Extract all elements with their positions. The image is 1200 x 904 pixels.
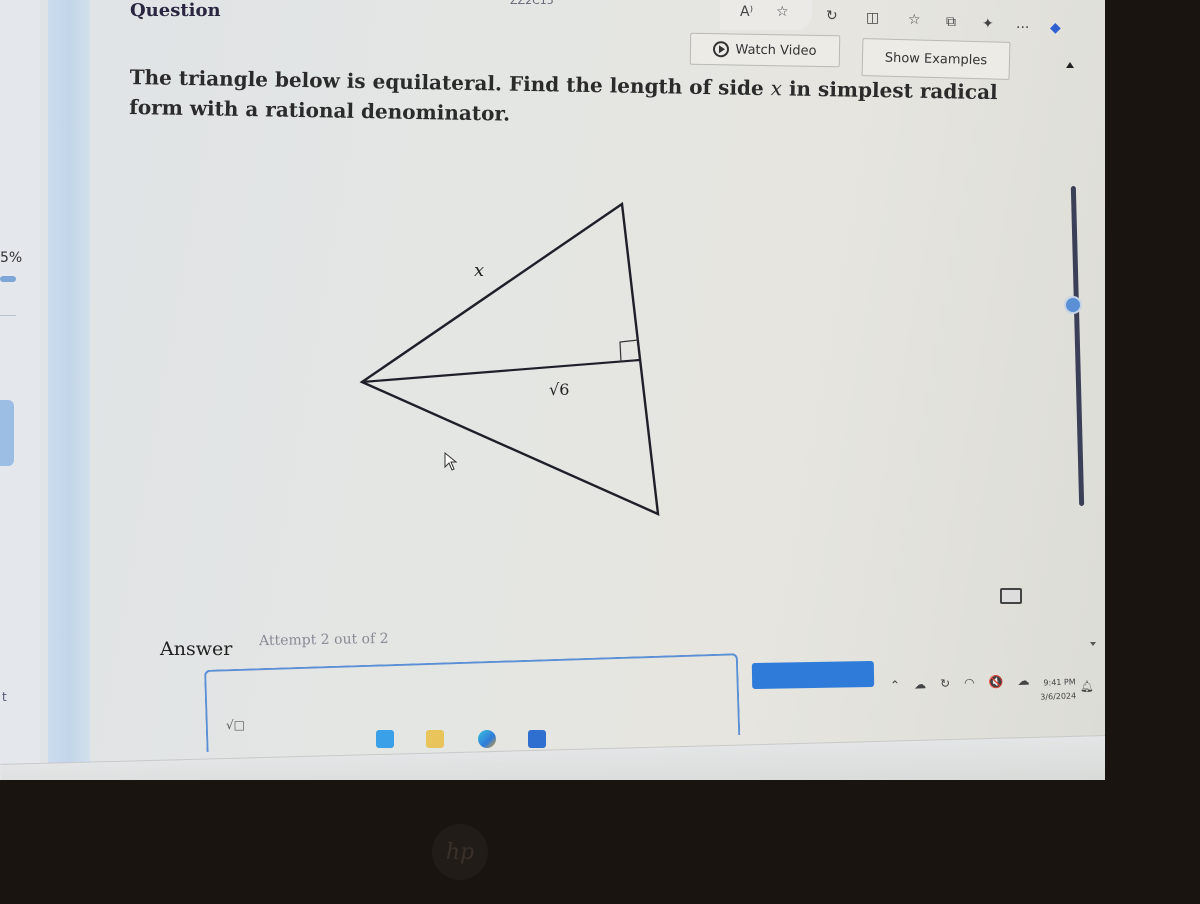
clock[interactable]: 9:41 PM 3/6/2024 xyxy=(1040,675,1077,704)
play-icon xyxy=(713,41,730,58)
refresh-icon[interactable]: ↻ xyxy=(826,8,838,24)
left-side-panel: 5% t xyxy=(0,0,40,780)
progress-bar xyxy=(0,276,16,282)
show-examples-label: Show Examples xyxy=(884,50,988,68)
prompt-text: The triangle below is equilateral. Find … xyxy=(129,64,771,101)
microphone-icon[interactable] xyxy=(1064,296,1082,314)
screen: 5% t Question ZZ2C15 A⁾ ☆ ↻ ◫ ☆ ⧉ ✦ ··· … xyxy=(0,0,1105,780)
collections-icon[interactable]: ⧉ xyxy=(946,14,956,30)
scroll-up-icon[interactable] xyxy=(1066,62,1074,68)
system-tray: ⌃ ☁ ↻ ◠ 🔇 ☁ xyxy=(890,674,1030,693)
show-hidden-icons-icon[interactable]: ⌃ xyxy=(890,678,901,692)
notification-bell-icon[interactable]: 🔔︎ xyxy=(1080,680,1094,693)
more-icon[interactable]: ··· xyxy=(1016,20,1029,36)
scrollbar[interactable] xyxy=(1070,185,1085,507)
start-icon[interactable] xyxy=(376,730,394,748)
question-heading: Question xyxy=(130,0,221,21)
split-screen-icon[interactable]: ◫ xyxy=(866,10,879,26)
answer-label: Answer xyxy=(160,638,233,660)
divider xyxy=(0,315,16,316)
submit-button[interactable] xyxy=(751,660,875,690)
side-x-label: x xyxy=(474,260,485,281)
edge-icon[interactable] xyxy=(478,730,496,748)
taskbar xyxy=(0,735,1105,780)
copilot-icon[interactable]: ◆ xyxy=(1050,20,1061,36)
address-bar-end[interactable] xyxy=(720,0,812,30)
favorite-star-icon[interactable]: ☆ xyxy=(776,4,789,20)
altitude-line xyxy=(361,358,641,384)
watch-video-label: Watch Video xyxy=(735,41,817,59)
scroll-down-icon[interactable] xyxy=(1090,642,1096,646)
onedrive-icon[interactable]: ☁ xyxy=(914,677,926,691)
read-aloud-icon[interactable]: A⁾ xyxy=(740,4,753,20)
sqrt-button[interactable]: √□ xyxy=(226,718,245,732)
side-panel-letter: t xyxy=(2,690,7,704)
volume-muted-icon[interactable]: 🔇 xyxy=(988,674,1003,689)
sync-icon[interactable]: ↻ xyxy=(940,676,951,690)
triangle xyxy=(359,201,660,516)
side-panel-button[interactable] xyxy=(0,400,14,466)
extensions-icon[interactable]: ✦ xyxy=(982,16,994,32)
keyboard-icon[interactable] xyxy=(1000,588,1022,604)
favorites-list-icon[interactable]: ☆ xyxy=(908,12,921,28)
right-angle-marker xyxy=(619,339,639,363)
attempt-counter: Attempt 2 out of 2 xyxy=(258,630,389,650)
left-scroll-strip xyxy=(48,0,90,780)
battery-icon[interactable]: ☁ xyxy=(1017,674,1029,688)
watch-video-button[interactable]: Watch Video xyxy=(689,32,841,68)
progress-percent: 5% xyxy=(0,250,23,266)
hp-logo: hp xyxy=(432,824,488,880)
altitude-label: √6 xyxy=(549,380,570,399)
mouse-cursor-icon xyxy=(444,452,458,471)
clock-date: 3/6/2024 xyxy=(1040,691,1077,702)
wifi-icon[interactable]: ◠ xyxy=(964,675,975,689)
url-fragment: ZZ2C15 xyxy=(510,0,554,7)
file-explorer-icon[interactable] xyxy=(426,730,444,748)
show-examples-button[interactable]: Show Examples xyxy=(861,38,1011,80)
clock-time: 9:41 PM xyxy=(1043,677,1076,688)
answer-input[interactable] xyxy=(204,653,741,752)
prompt-variable: x xyxy=(770,76,783,101)
store-icon[interactable] xyxy=(528,730,546,748)
